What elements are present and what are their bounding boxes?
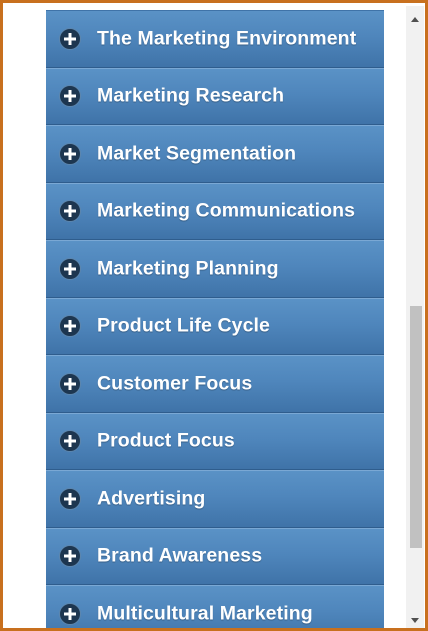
accordion-item-advertising[interactable]: Advertising <box>46 470 384 528</box>
plus-circle-icon[interactable] <box>59 142 81 165</box>
accordion-item-label: Marketing Research <box>97 84 285 107</box>
window-frame: The Marketing Environment Marketing Rese… <box>0 0 428 631</box>
accordion-item-label: The Marketing Environment <box>97 27 357 50</box>
plus-circle-icon[interactable] <box>59 487 81 510</box>
plus-circle-icon[interactable] <box>59 545 81 568</box>
accordion-item-brand-awareness[interactable]: Brand Awareness <box>46 527 384 585</box>
accordion-item-label: Marketing Communications <box>97 199 356 222</box>
accordion-item-multicultural-marketing[interactable]: Multicultural Marketing <box>46 585 384 628</box>
accordion-item-label: Product Focus <box>97 429 235 452</box>
plus-circle-icon[interactable] <box>59 27 81 50</box>
accordion-item-label: Multicultural Marketing <box>97 602 313 625</box>
plus-circle-icon[interactable] <box>59 430 81 453</box>
plus-circle-icon[interactable] <box>59 257 81 280</box>
plus-circle-icon[interactable] <box>59 372 81 395</box>
plus-circle-icon[interactable] <box>59 602 81 625</box>
accordion-item-product-focus[interactable]: Product Focus <box>46 412 384 470</box>
accordion-item-marketing-environment[interactable]: The Marketing Environment <box>46 10 384 68</box>
triangle-up-icon <box>411 16 419 22</box>
accordion-item-marketing-communications[interactable]: Marketing Communications <box>46 182 384 240</box>
accordion-item-marketing-research[interactable]: Marketing Research <box>46 67 384 125</box>
accordion-item-marketing-planning[interactable]: Marketing Planning <box>46 240 384 298</box>
accordion-item-label: Advertising <box>97 487 206 510</box>
scrollbar-thumb[interactable] <box>410 306 422 548</box>
accordion-item-product-life-cycle[interactable]: Product Life Cycle <box>46 297 384 355</box>
plus-circle-icon[interactable] <box>59 315 81 338</box>
scroll-down-button[interactable] <box>406 611 424 628</box>
plus-circle-icon[interactable] <box>59 200 81 223</box>
accordion-item-label: Market Segmentation <box>97 142 297 165</box>
accordion-item-market-segmentation[interactable]: Market Segmentation <box>46 125 384 183</box>
plus-circle-icon[interactable] <box>59 85 81 108</box>
scroll-up-button[interactable] <box>406 10 424 28</box>
topic-accordion: The Marketing Environment Marketing Rese… <box>46 10 384 628</box>
vertical-scrollbar[interactable] <box>406 6 424 628</box>
accordion-item-label: Marketing Planning <box>97 257 279 280</box>
triangle-down-icon <box>411 617 419 623</box>
accordion-item-label: Product Life Cycle <box>97 314 271 337</box>
accordion-item-label: Customer Focus <box>97 372 253 395</box>
accordion-item-label: Brand Awareness <box>97 544 263 567</box>
accordion-item-customer-focus[interactable]: Customer Focus <box>46 355 384 413</box>
